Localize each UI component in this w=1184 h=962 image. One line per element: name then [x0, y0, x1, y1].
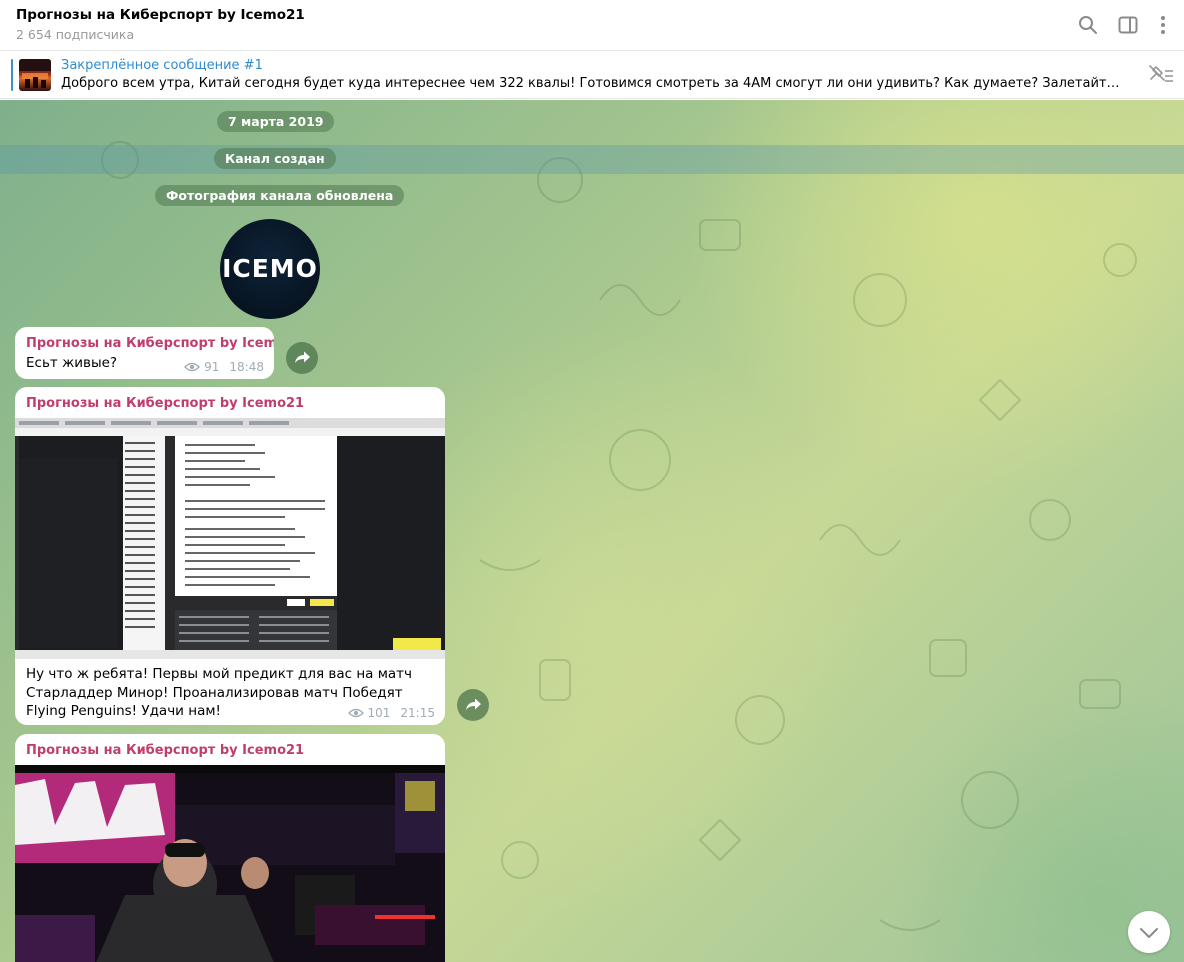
views-icon — [347, 708, 364, 718]
message-list[interactable]: 7 марта 2019 Канал создан Фотография кан… — [0, 100, 1184, 962]
pinned-text[interactable]: Доброго всем утра, Китай сегодня будет к… — [61, 76, 1123, 91]
search-icon[interactable] — [1076, 13, 1100, 37]
message-meta: 101 21:15 — [347, 706, 435, 720]
message-author[interactable]: Прогнозы на Киберспорт by Icemo21 — [26, 396, 304, 411]
views-count: 91 — [204, 360, 220, 374]
channel-photo[interactable]: ICEMO — [220, 219, 320, 319]
views-icon — [184, 362, 201, 372]
message-time: 18:48 — [229, 360, 264, 374]
pinned-title[interactable]: Закреплённое сообщение #1 — [61, 58, 263, 73]
pinned-message[interactable]: Закреплённое сообщение #1 Доброго всем у… — [0, 51, 1184, 99]
message-bubble[interactable]: Прогнозы на Киберспорт by Icemo21 Есьт ж… — [15, 327, 274, 379]
chat-header: Прогнозы на Киберспорт by Icemo21 2 654 … — [0, 0, 1184, 51]
share-icon[interactable] — [457, 689, 489, 721]
pinned-accent-bar — [11, 59, 13, 91]
channel-title[interactable]: Прогнозы на Киберспорт by Icemo21 — [16, 7, 305, 23]
subscriber-count: 2 654 подписчика — [16, 27, 135, 42]
date-separator: 7 марта 2019 — [217, 111, 335, 132]
message-text: Есьт живые? — [26, 355, 118, 371]
message-photo-stream[interactable] — [15, 765, 445, 962]
message-author[interactable]: Прогнозы на Киберспорт by Icemo21 — [26, 336, 274, 351]
share-icon[interactable] — [286, 342, 318, 374]
message-time: 21:15 — [400, 706, 435, 720]
more-vertical-icon[interactable] — [1151, 13, 1175, 37]
pinned-thumbnail — [19, 59, 51, 91]
scroll-down-button[interactable] — [1128, 911, 1170, 953]
channel-photo-logo: ICEMO — [222, 254, 318, 283]
message-bubble[interactable]: Прогнозы на Киберспорт by Icemo21 — [15, 734, 445, 962]
message-bubble[interactable]: Прогнозы на Киберспорт by Icemo21 — [15, 387, 445, 725]
sidebar-toggle-icon[interactable] — [1116, 13, 1140, 37]
views-count: 101 — [367, 706, 391, 720]
message-author[interactable]: Прогнозы на Киберспорт by Icemo21 — [26, 743, 304, 758]
message-photo-screenshot[interactable] — [15, 418, 445, 659]
highlight-band — [0, 145, 1184, 174]
unpin-icon[interactable] — [1148, 63, 1174, 87]
service-channel-created: Канал создан — [214, 148, 336, 169]
message-meta: 91 18:48 — [184, 360, 264, 374]
service-photo-updated: Фотография канала обновлена — [155, 185, 405, 206]
